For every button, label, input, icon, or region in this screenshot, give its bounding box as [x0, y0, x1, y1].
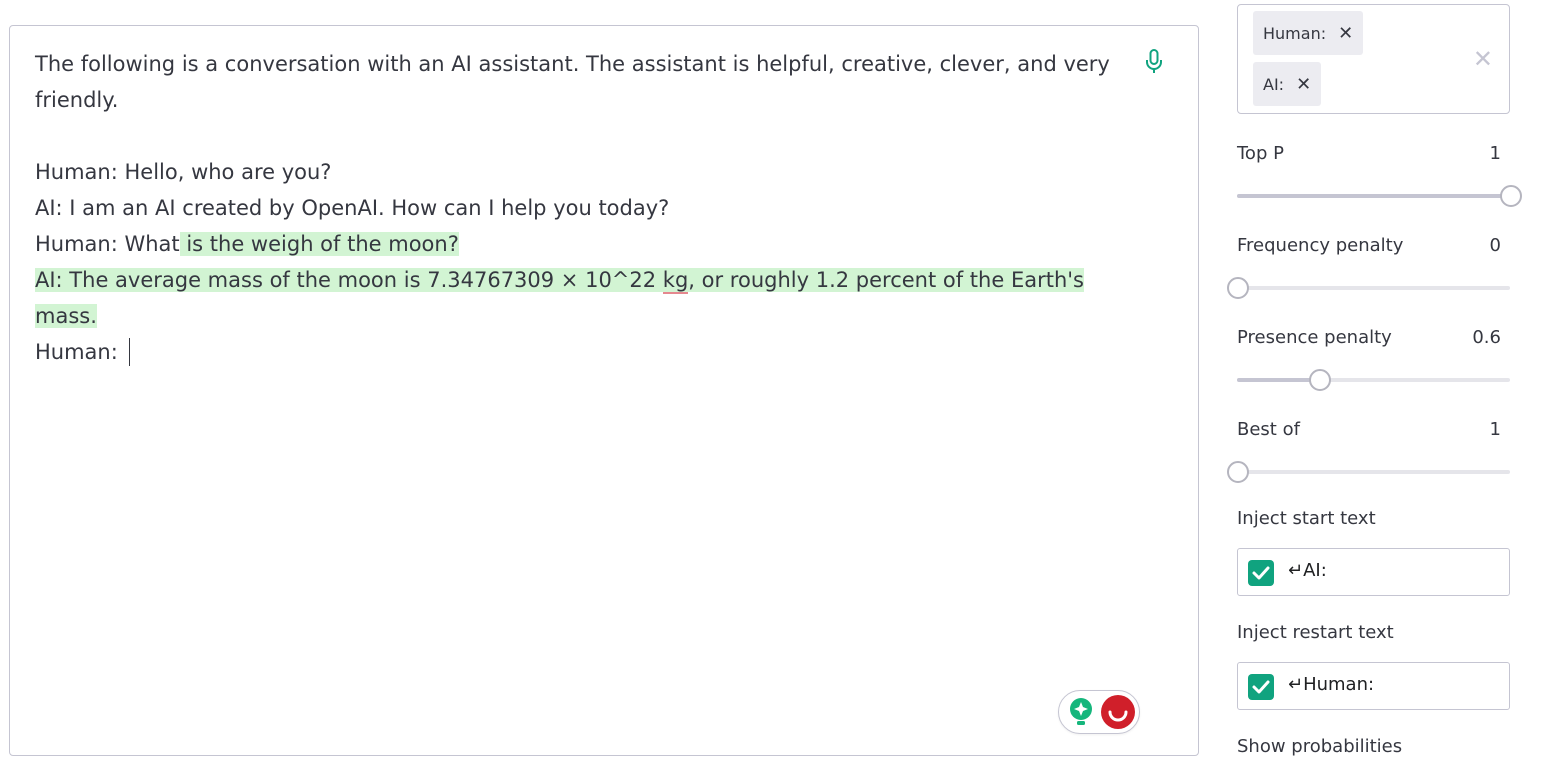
inject-restart-field[interactable]: ↵Human: — [1237, 662, 1510, 710]
inject-restart-label: Inject restart text — [1237, 622, 1394, 643]
stop-sequence-chip: AI: ✕ — [1253, 62, 1322, 106]
editor-line: AI: I am an AI created by OpenAI. How ca… — [35, 190, 1115, 226]
show-probabilities-label: Show probabilities — [1237, 736, 1403, 757]
presence-penalty-slider[interactable] — [1237, 369, 1510, 391]
text-cursor — [128, 338, 130, 366]
slider-fill — [1237, 378, 1319, 382]
highlighted-completion-text: AI: The average mass of the moon is 7.34… — [35, 268, 663, 292]
best-of-slider[interactable] — [1227, 461, 1510, 483]
grammar-bulb-icon[interactable] — [1067, 697, 1095, 727]
prompt-text: Human: Hello, who are you? — [35, 160, 332, 184]
frequency-penalty-value[interactable]: 0 — [1490, 235, 1501, 256]
top-p-slider[interactable] — [1237, 185, 1522, 207]
presence-penalty-value[interactable]: 0.6 — [1472, 327, 1501, 348]
frequency-penalty-label: Frequency penalty — [1237, 235, 1404, 256]
prompt-textarea[interactable]: The following is a conversation with an … — [35, 46, 1115, 370]
stop-sequence-chip: Human: ✕ — [1253, 11, 1364, 55]
slider-thumb[interactable] — [1500, 185, 1522, 207]
close-icon[interactable]: ✕ — [1296, 74, 1311, 95]
prompt-text: Human: What — [35, 232, 180, 256]
inject-restart-text[interactable]: ↵Human: — [1288, 674, 1374, 695]
close-icon[interactable]: ✕ — [1338, 23, 1353, 44]
chip-label: Human: — [1263, 23, 1327, 43]
checkmark-icon — [1252, 566, 1270, 580]
inject-start-label: Inject start text — [1237, 508, 1376, 529]
prompt-editor[interactable]: The following is a conversation with an … — [9, 25, 1199, 756]
inject-restart-checkbox[interactable] — [1248, 674, 1274, 700]
prompt-text: AI: I am an AI created by OpenAI. How ca… — [35, 196, 670, 220]
inject-start-field[interactable]: ↵AI: — [1237, 548, 1510, 596]
slider-thumb[interactable] — [1308, 369, 1331, 391]
prompt-text: The following is a conversation with an … — [35, 52, 1110, 112]
frequency-penalty-slider[interactable] — [1227, 277, 1510, 299]
highlighted-completion-text: kg — [662, 268, 689, 294]
highlighted-completion-text: is the weigh of the moon? — [179, 232, 459, 256]
editor-line: Human: What is the weigh of the moon? — [35, 226, 1115, 262]
slider-thumb[interactable] — [1227, 277, 1249, 299]
checkmark-icon — [1252, 680, 1270, 694]
chip-label: AI: — [1263, 74, 1285, 94]
editor-line: Human: — [35, 334, 1115, 370]
editor-line: The following is a conversation with an … — [35, 46, 1115, 118]
stop-sequences-input[interactable]: Human: ✕ AI: ✕ ✕ — [1237, 4, 1510, 114]
writing-helper-widget[interactable] — [1058, 690, 1140, 734]
top-p-label: Top P — [1237, 143, 1284, 164]
slider-thumb[interactable] — [1227, 461, 1249, 483]
inject-start-text[interactable]: ↵AI: — [1288, 560, 1327, 581]
editor-line: AI: The average mass of the moon is 7.34… — [35, 262, 1115, 334]
editor-line: Human: Hello, who are you? — [35, 154, 1115, 190]
extension-badge-icon[interactable] — [1101, 695, 1135, 729]
top-p-value[interactable]: 1 — [1490, 143, 1501, 164]
clear-all-icon[interactable]: ✕ — [1473, 47, 1493, 71]
inject-start-checkbox[interactable] — [1248, 560, 1274, 586]
slider-fill — [1237, 194, 1510, 198]
presence-penalty-label: Presence penalty — [1237, 327, 1392, 348]
best-of-label: Best of — [1237, 419, 1300, 440]
microphone-icon[interactable] — [1144, 48, 1164, 76]
best-of-value[interactable]: 1 — [1490, 419, 1501, 440]
prompt-text: Human: — [35, 340, 125, 364]
